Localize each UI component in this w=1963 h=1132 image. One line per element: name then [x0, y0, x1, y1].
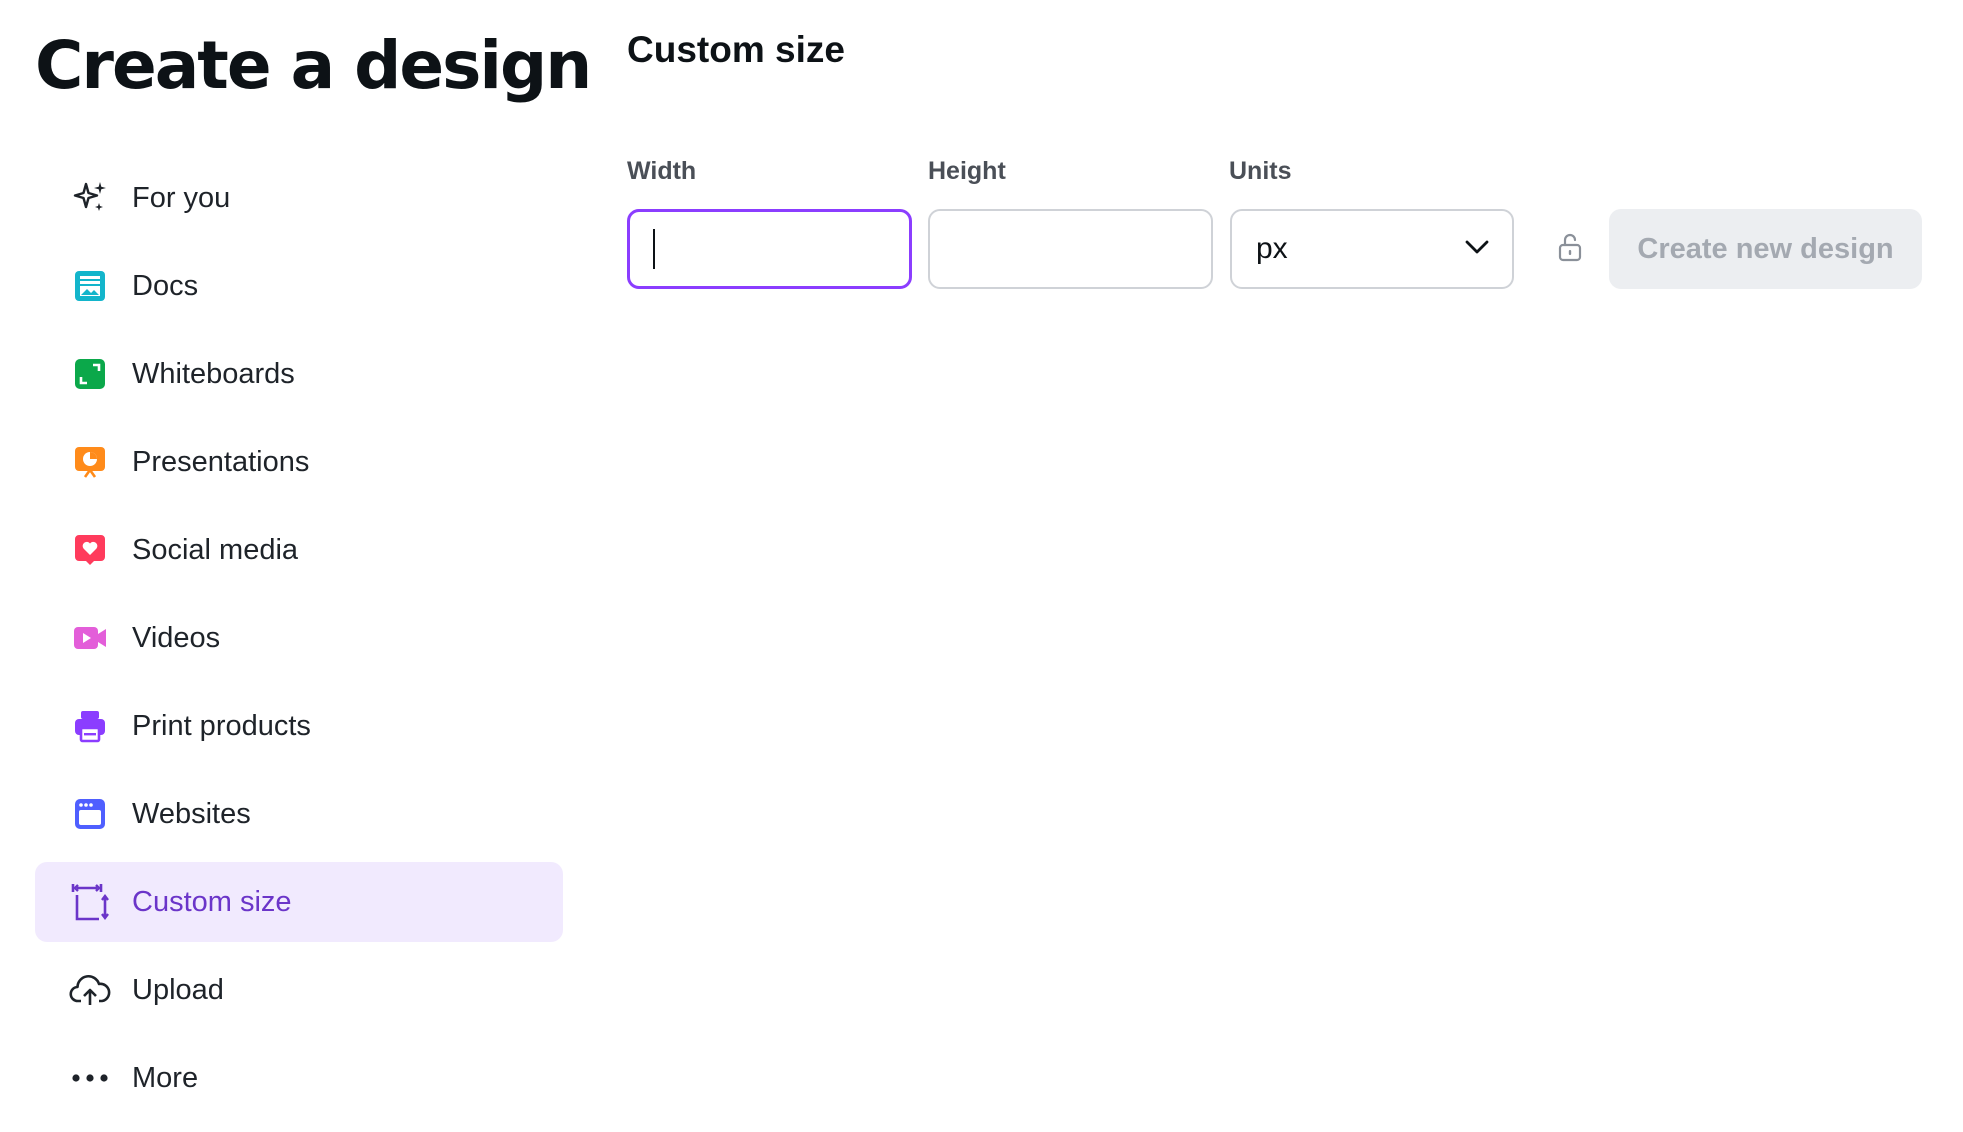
sidebar-item-whiteboards[interactable]: Whiteboards	[35, 334, 563, 414]
sidebar-item-print-products[interactable]: Print products	[35, 686, 563, 766]
section-title: Custom size	[627, 29, 845, 70]
sidebar-item-label: Presentations	[132, 445, 310, 478]
height-input[interactable]	[928, 209, 1213, 289]
sidebar-item-label: Custom size	[132, 885, 292, 918]
sidebar-item-websites[interactable]: Websites	[35, 774, 563, 854]
sidebar-nav: For you Docs Whiteboards Presentations S…	[35, 158, 563, 1126]
page-title: Create a design	[35, 27, 592, 104]
width-input[interactable]	[627, 209, 912, 289]
sidebar-item-label: Videos	[132, 621, 221, 654]
units-selected-value: px	[1256, 232, 1288, 265]
units-label: Units	[1229, 157, 1292, 185]
create-design-page: Create a design For you Docs Whiteboards…	[0, 0, 1963, 1132]
sidebar-item-label: Print products	[132, 709, 311, 742]
sidebar-item-presentations[interactable]: Presentations	[35, 422, 563, 502]
sidebar-item-label: Whiteboards	[132, 357, 295, 390]
sidebar-item-custom-size[interactable]: Custom size	[35, 862, 563, 942]
aspect-ratio-lock-button[interactable]	[1550, 229, 1590, 269]
sidebar-item-upload[interactable]: Upload	[35, 950, 563, 1030]
whiteboard-icon	[68, 352, 112, 396]
presentation-icon	[68, 440, 112, 484]
custom-size-icon	[68, 880, 112, 924]
sidebar-item-label: Upload	[132, 973, 224, 1006]
video-icon	[68, 616, 112, 660]
sparkles-icon	[68, 176, 112, 220]
heart-icon	[68, 528, 112, 572]
sidebar-item-label: For you	[132, 181, 231, 214]
width-label: Width	[627, 157, 697, 185]
height-label: Height	[928, 157, 1006, 185]
units-select[interactable]: px	[1230, 209, 1514, 289]
sidebar-item-more[interactable]: More	[35, 1038, 563, 1118]
sidebar-item-label: More	[132, 1061, 199, 1094]
docs-icon	[68, 264, 112, 308]
cloud-upload-icon	[68, 968, 112, 1012]
browser-icon	[68, 792, 112, 836]
create-new-design-button[interactable]: Create new design	[1609, 209, 1922, 289]
more-dots-icon	[68, 1056, 112, 1100]
printer-icon	[68, 704, 112, 748]
sidebar-item-label: Websites	[132, 797, 251, 830]
unlock-icon	[1557, 232, 1583, 267]
sidebar-item-videos[interactable]: Videos	[35, 598, 563, 678]
sidebar-item-for-you[interactable]: For you	[35, 158, 563, 238]
text-caret	[653, 229, 655, 269]
sidebar-item-social-media[interactable]: Social media	[35, 510, 563, 590]
chevron-down-icon	[1464, 239, 1490, 260]
sidebar-item-label: Social media	[132, 533, 299, 566]
sidebar-item-docs[interactable]: Docs	[35, 246, 563, 326]
sidebar-item-label: Docs	[132, 269, 199, 302]
